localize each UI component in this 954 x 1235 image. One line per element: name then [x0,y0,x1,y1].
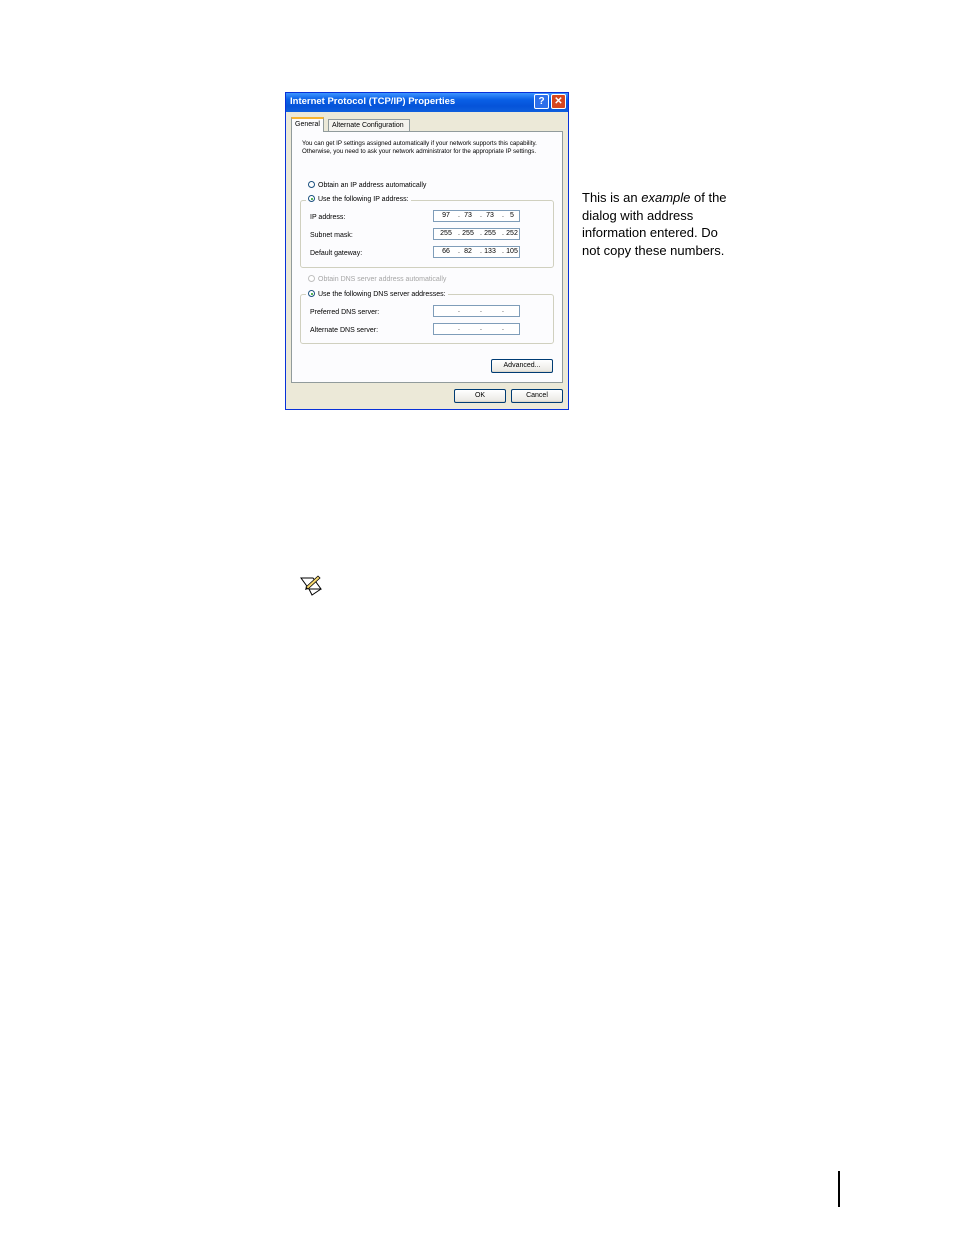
general-tab-panel: You can get IP settings assigned automat… [291,131,563,383]
octet: 97 [442,212,450,219]
octet: 255 [440,230,452,237]
dns-manual-option[interactable]: Use the following DNS server addresses: [306,290,448,299]
octet-dot: . [502,307,504,314]
octet: 73 [486,212,494,219]
octet-dot: . [458,307,460,314]
example-caption: This is an example of the dialog with ad… [582,189,732,259]
ip-auto-option[interactable]: Obtain an IP address automatically [308,181,426,190]
ip-auto-label: Obtain an IP address automatically [318,182,427,189]
octet: 133 [484,248,496,255]
dns-manual-radio[interactable] [308,290,315,297]
dns-auto-option[interactable]: Obtain DNS server address automatically [308,275,446,284]
octet-dot: . [458,325,460,332]
note-pencil-icon [300,575,322,596]
ip-manual-label: Use the following IP address: [318,196,409,203]
octet-dot: . [502,325,504,332]
help-button[interactable]: ? [534,94,549,109]
tab-alternate-configuration[interactable]: Alternate Configuration [328,119,410,131]
dns-auto-radio[interactable] [308,275,315,282]
default-gateway-input[interactable]: 66. 82. 133. 105 [433,246,520,258]
preferred-dns-label: Preferred DNS server: [310,309,380,316]
caption-emphasis: example [641,190,691,205]
octet-dot: . [480,307,482,314]
octet: 252 [506,230,518,237]
octet: 5 [510,212,514,219]
alternate-dns-label: Alternate DNS server: [310,327,379,334]
dns-manual-label: Use the following DNS server addresses: [318,291,446,298]
subnet-mask-input[interactable]: 255. 255. 255. 252 [433,228,520,240]
ip-manual-option[interactable]: Use the following IP address: [306,195,411,204]
subnet-mask-label: Subnet mask: [310,232,353,239]
tcpip-properties-dialog: Internet Protocol (TCP/IP) Properties ? … [285,92,569,410]
default-gateway-label: Default gateway: [310,250,363,257]
close-button[interactable]: ✕ [551,94,566,109]
octet: 82 [464,248,472,255]
ip-auto-radio[interactable] [308,181,315,188]
caption-text-before: This is an [582,190,642,205]
tab-general[interactable]: General [291,117,324,132]
ok-button[interactable]: OK [454,389,506,403]
octet: 66 [442,248,450,255]
dialog-title: Internet Protocol (TCP/IP) Properties [290,96,456,107]
octet-dot: . [480,325,482,332]
preferred-dns-input[interactable]: . . . [433,305,520,317]
octet: 105 [506,248,518,255]
description-text: You can get IP settings assigned automat… [302,140,537,155]
ip-address-label: IP address: [310,214,346,221]
ip-address-input[interactable]: 97. 73. 73. 5 [433,210,520,222]
dns-auto-label: Obtain DNS server address automatically [318,276,447,283]
page-margin-bar [838,1171,840,1207]
octet: 255 [462,230,474,237]
alternate-dns-input[interactable]: . . . [433,323,520,335]
octet: 255 [484,230,496,237]
octet: 73 [464,212,472,219]
dns-server-group [300,294,554,344]
ip-manual-radio[interactable] [308,195,315,202]
cancel-button[interactable]: Cancel [511,389,563,403]
advanced-button[interactable]: Advanced... [491,359,553,373]
dialog-titlebar[interactable]: Internet Protocol (TCP/IP) Properties ? … [286,93,568,112]
